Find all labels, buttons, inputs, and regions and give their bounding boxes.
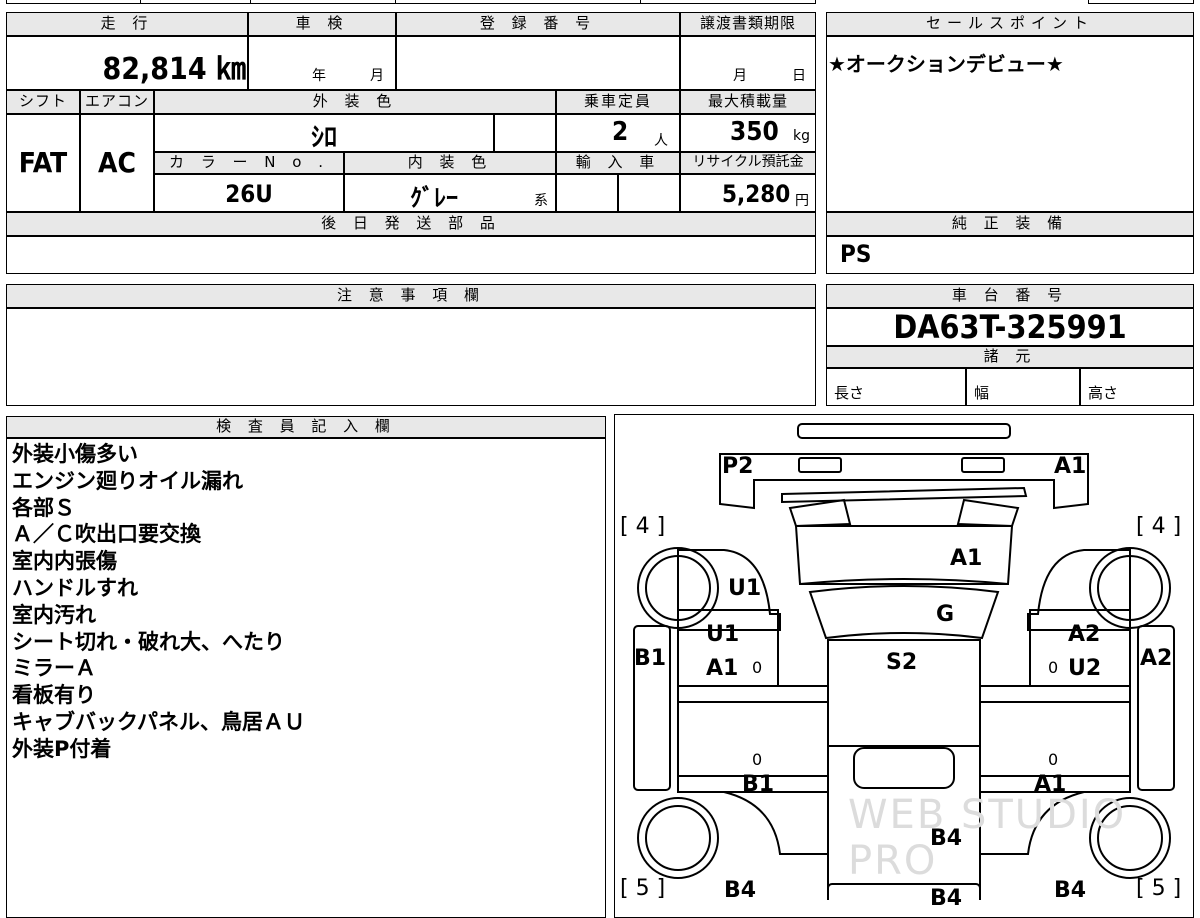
spec-width-label: 幅 (974, 384, 990, 402)
max-load-unit: kg (793, 128, 810, 144)
mileage-label: 走 行 (6, 12, 248, 36)
inspector-note: 室内内張傷 (12, 549, 117, 574)
watermark: WEB STUDIO PRO (848, 792, 1127, 884)
diagram-label-u1-door: U1 (706, 622, 740, 647)
transfer-month: 月 (733, 68, 747, 84)
diagram-label-s2: S2 (886, 650, 918, 675)
import-cell-right (618, 174, 680, 212)
color-no-value: 26U (225, 180, 273, 208)
interior-color-label: 内 装 色 (344, 152, 556, 174)
max-load-label: 最大積載量 (680, 90, 816, 114)
specs-label: 諸 元 (826, 346, 1194, 368)
inspector-note: キャブバックパネル、鳥居ＡＵ (12, 709, 305, 734)
inspector-column-label: 検 査 員 記 入 欄 (6, 416, 606, 438)
sales-point-value: ★オークションデビュー★ (828, 52, 1064, 76)
diagram-zero: 0 (752, 658, 763, 677)
recycle-fee-label: リサイクル預託金 (680, 152, 816, 174)
diagram-bracket-5-left: [ 5 ] (620, 876, 666, 901)
top-strip-left (6, 0, 816, 4)
diagram-zero: 0 (1048, 658, 1059, 677)
inspector-note: ハンドルすれ (12, 575, 138, 600)
inspector-notes-list: 外装小傷多い エンジン廻りオイル漏れ 各部Ｓ Ａ／Ｃ吹出口要交換 室内内張傷 ハ… (12, 441, 305, 763)
exterior-color-value: ｼﾛ (310, 123, 337, 153)
registration-label: 登 録 番 号 (396, 12, 680, 36)
diagram-label-u1-fender: U1 (728, 576, 762, 601)
diagram-label-a2-door: A2 (1068, 622, 1101, 647)
diagram-label-a1-hood: A1 (950, 546, 983, 571)
chassis-number-label: 車 台 番 号 (826, 284, 1194, 308)
diagram-label-b4-bottom-center: B4 (930, 886, 963, 911)
import-label: 輸 入 車 (556, 152, 680, 174)
diagram-bracket-4-left: [ 4 ] (620, 514, 666, 539)
inspector-note: 外装P付着 (12, 736, 112, 761)
inspector-note: 室内汚れ (12, 602, 96, 627)
diagram-label-g: G (936, 602, 955, 627)
transfer-day: 日 (792, 68, 806, 84)
genuine-equipment-value: PS (840, 240, 872, 268)
diagram-label-u2: U2 (1068, 656, 1102, 681)
diagram-zero: 0 (752, 750, 763, 769)
aircon-value: AC (98, 146, 136, 179)
diagram-label-p2: P2 (722, 454, 754, 479)
inspection-year: 年 (312, 68, 326, 84)
inspector-note: シート切れ・破れ大、へたり (12, 629, 285, 654)
shift-label: シフト (6, 90, 80, 114)
spec-length-label: 長さ (834, 384, 865, 402)
diagram-label-a1-door: A1 (706, 656, 739, 681)
top-strip-right (1088, 0, 1194, 4)
spec-height-label: 高さ (1088, 384, 1119, 402)
import-cell-left (556, 174, 618, 212)
capacity-unit: 人 (654, 133, 668, 149)
interior-color-suffix: 系 (534, 193, 548, 209)
inspector-note: Ａ／Ｃ吹出口要交換 (12, 522, 201, 547)
capacity-label: 乗車定員 (556, 90, 680, 114)
mileage-value: 82,814 ㎞ (102, 52, 246, 87)
interior-color-value: ｸﾞﾚｰ (410, 184, 458, 212)
sales-point-label: セールスポイント (826, 12, 1194, 36)
recycle-fee-unit: 円 (795, 193, 809, 209)
exterior-color-extra-cell (494, 114, 556, 152)
later-parts-cell (6, 236, 816, 274)
transfer-deadline-label: 譲渡書類期限 (680, 12, 816, 36)
recycle-fee-value: 5,280 (722, 180, 791, 208)
capacity-value: 2 (612, 117, 629, 147)
diagram-zero: 0 (1048, 750, 1059, 769)
max-load-value: 350 (730, 117, 779, 147)
inspector-note: エンジン廻りオイル漏れ (12, 468, 243, 493)
notes-column-cell (6, 308, 816, 406)
diagram-label-b4-bottom-left: B4 (724, 878, 757, 903)
genuine-equipment-cell (826, 236, 1194, 274)
registration-cell (396, 36, 680, 90)
aircon-label: エアコン (80, 90, 154, 114)
later-parts-label: 後 日 発 送 部 品 (6, 212, 816, 236)
shift-value: FAT (18, 146, 68, 179)
chassis-number-value: DA63T-325991 (893, 308, 1127, 346)
inspection-month: 月 (370, 68, 384, 84)
notes-column-label: 注 意 事 項 欄 (6, 284, 816, 308)
diagram-label-b1-bed: B1 (742, 772, 775, 797)
inspection-label: 車 検 (248, 12, 396, 36)
inspector-note: 各部Ｓ (12, 495, 75, 520)
diagram-label-a2-mirror: A2 (1140, 646, 1173, 671)
genuine-equipment-label: 純 正 装 備 (826, 212, 1194, 236)
inspector-note: 外装小傷多い (12, 442, 138, 466)
inspector-note: ミラーＡ (12, 656, 96, 681)
diagram-bracket-4-right: [ 4 ] (1136, 514, 1182, 539)
inspector-note: 看板有り (12, 683, 96, 708)
diagram-label-b1-mirror: B1 (634, 646, 667, 671)
exterior-color-label: 外 装 色 (154, 90, 556, 114)
diagram-label-a1-top: A1 (1054, 454, 1087, 479)
color-no-label: カ ラ ー N o . (154, 152, 344, 174)
